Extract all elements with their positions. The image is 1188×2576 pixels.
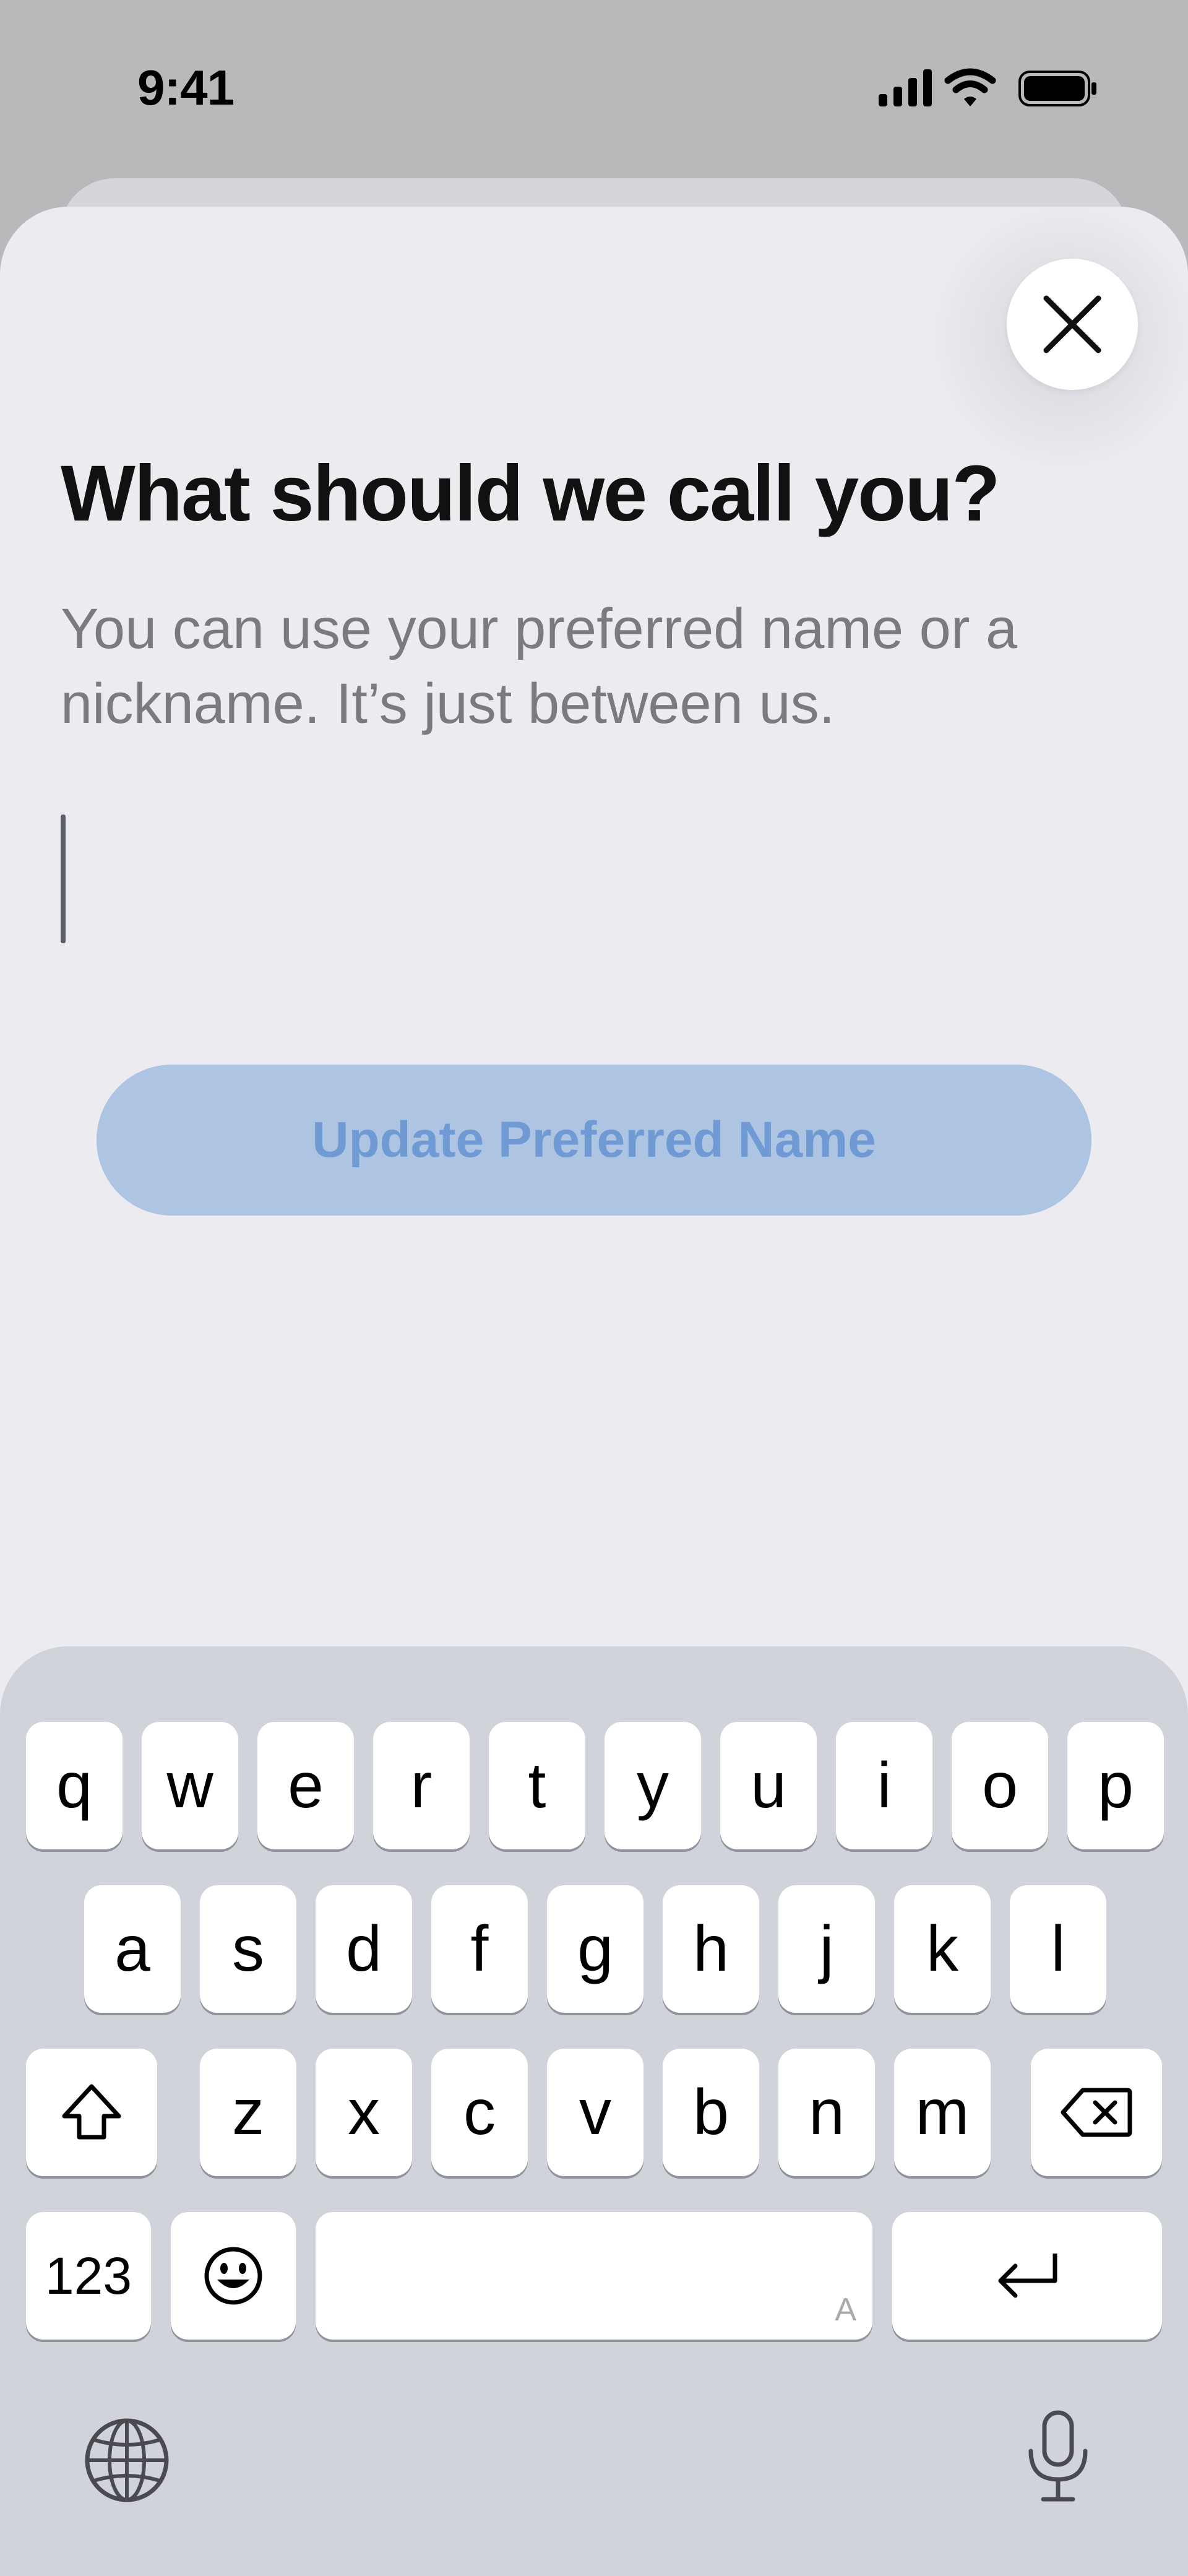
- keyboard: q w e r t y u i o p a s d f g h j k l z …: [0, 1646, 1188, 2576]
- preferred-name-input[interactable]: [61, 813, 1115, 1000]
- key-o[interactable]: o: [952, 1722, 1048, 1849]
- key-s[interactable]: s: [200, 1885, 296, 2013]
- key-g[interactable]: g: [547, 1885, 644, 2013]
- page-subtitle: You can use your preferred name or a nic…: [61, 597, 1018, 735]
- key-q[interactable]: q: [26, 1722, 123, 1849]
- cellular-signal-icon: [879, 69, 932, 106]
- key-u[interactable]: u: [720, 1722, 817, 1849]
- wifi-icon: [944, 68, 996, 106]
- microphone-icon: [1028, 2410, 1088, 2502]
- key-c[interactable]: c: [431, 2049, 528, 2176]
- key-v[interactable]: v: [547, 2049, 644, 2176]
- backspace-icon: [1061, 2088, 1132, 2137]
- key-z[interactable]: z: [200, 2049, 296, 2176]
- shift-key[interactable]: [26, 2049, 157, 2176]
- backspace-key[interactable]: [1031, 2049, 1162, 2176]
- key-y[interactable]: y: [605, 1722, 701, 1849]
- key-h[interactable]: h: [663, 1885, 759, 2013]
- key-t[interactable]: t: [489, 1722, 585, 1849]
- key-b[interactable]: b: [663, 2049, 759, 2176]
- key-x[interactable]: x: [316, 2049, 412, 2176]
- emoji-icon: [204, 2247, 262, 2305]
- return-key[interactable]: [892, 2212, 1162, 2340]
- key-j[interactable]: j: [778, 1885, 875, 2013]
- key-w[interactable]: w: [142, 1722, 238, 1849]
- emoji-key[interactable]: [171, 2212, 296, 2340]
- close-button[interactable]: [1007, 259, 1138, 390]
- space-key[interactable]: A: [316, 2212, 872, 2340]
- close-icon: [1043, 295, 1101, 353]
- key-k[interactable]: k: [894, 1885, 991, 2013]
- key-i[interactable]: i: [836, 1722, 932, 1849]
- key-e[interactable]: e: [257, 1722, 354, 1849]
- key-d[interactable]: d: [316, 1885, 412, 2013]
- battery-icon: [1018, 71, 1096, 106]
- key-p[interactable]: p: [1067, 1722, 1164, 1849]
- key-m[interactable]: m: [894, 2049, 991, 2176]
- page-title: What should we call you?: [61, 449, 1001, 538]
- numbers-key[interactable]: 123: [26, 2212, 151, 2340]
- status-time: 9:41: [137, 60, 235, 115]
- key-n[interactable]: n: [778, 2049, 875, 2176]
- status-icons: [879, 68, 1096, 106]
- key-f[interactable]: f: [431, 1885, 528, 2013]
- space-key-hint: A: [835, 2292, 856, 2328]
- microphone-button[interactable]: [1021, 2406, 1095, 2509]
- key-l[interactable]: l: [1010, 1885, 1106, 2013]
- globe-icon: [85, 2418, 169, 2502]
- key-r[interactable]: r: [373, 1722, 470, 1849]
- key-a[interactable]: a: [84, 1885, 181, 2013]
- globe-button[interactable]: [80, 2414, 173, 2510]
- return-icon: [998, 2254, 1057, 2298]
- text-cursor: [61, 815, 66, 943]
- update-preferred-name-button[interactable]: Update Preferred Name: [97, 1065, 1091, 1216]
- shift-icon: [62, 2084, 121, 2140]
